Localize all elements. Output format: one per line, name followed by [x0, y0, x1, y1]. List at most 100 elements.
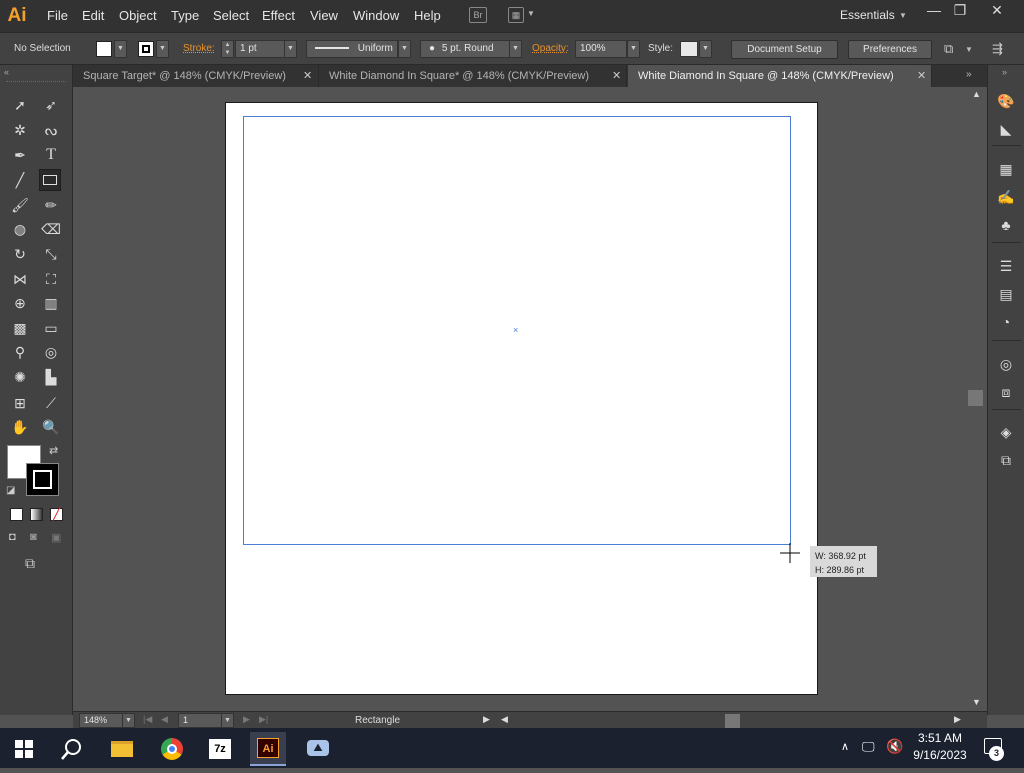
- app-icon[interactable]: ⛰: [300, 732, 336, 766]
- rotate-tool-icon[interactable]: ↻: [9, 243, 31, 265]
- direct-selection-tool-icon[interactable]: ➶: [40, 94, 62, 116]
- opacity-field[interactable]: 100%: [575, 40, 627, 58]
- symbol-sprayer-tool-icon[interactable]: ✺: [9, 366, 31, 388]
- first-artboard-icon[interactable]: |◀: [143, 714, 152, 725]
- lasso-tool-icon[interactable]: ᔓ: [40, 119, 62, 141]
- color-panel-icon[interactable]: 🎨: [996, 91, 1016, 111]
- close-button[interactable]: ✕: [982, 0, 1012, 20]
- 7zip-icon[interactable]: 7z: [202, 732, 238, 766]
- stroke-color-swatch[interactable]: [26, 463, 59, 496]
- tab-close-icon[interactable]: ✕: [612, 65, 621, 87]
- draw-normal-icon[interactable]: ◘: [9, 531, 16, 543]
- column-graph-tool-icon[interactable]: ▙: [40, 366, 62, 388]
- next-artboard-icon[interactable]: ▶: [243, 714, 250, 725]
- type-tool-icon[interactable]: T: [40, 144, 62, 166]
- menu-view[interactable]: View: [310, 8, 338, 23]
- color-guide-icon[interactable]: ◣: [996, 119, 1016, 139]
- color-mode-icon[interactable]: [10, 508, 23, 521]
- style-swatch[interactable]: [680, 41, 698, 57]
- artboard-dropdown-icon[interactable]: ▼: [221, 713, 234, 728]
- show-hidden-icons[interactable]: ∧: [841, 740, 849, 753]
- transparency-panel-icon[interactable]: ◔: [996, 312, 1016, 332]
- horizontal-scroll-thumb[interactable]: [725, 714, 740, 728]
- menu-select[interactable]: Select: [213, 8, 249, 23]
- arrange-dropdown-icon[interactable]: ▼: [965, 45, 973, 54]
- eraser-tool-icon[interactable]: ⌫: [40, 218, 62, 240]
- scroll-down-icon[interactable]: ▼: [972, 697, 981, 707]
- graphic-styles-icon[interactable]: ⧈: [996, 382, 1016, 402]
- perspective-grid-tool-icon[interactable]: ▥: [40, 292, 62, 314]
- gradient-tool-icon[interactable]: ▭: [40, 317, 62, 339]
- panel-menu-icon[interactable]: ⇶: [992, 41, 1003, 57]
- previous-artboard-icon[interactable]: ◀: [161, 714, 168, 725]
- restore-button[interactable]: ❐: [945, 0, 975, 20]
- selection-tool-icon[interactable]: ➚: [9, 94, 31, 116]
- eyedropper-tool-icon[interactable]: ⚲: [9, 341, 31, 363]
- stroke-weight-dropdown-icon[interactable]: ▼: [284, 40, 297, 58]
- document-setup-button[interactable]: Document Setup: [731, 40, 838, 59]
- menu-window[interactable]: Window: [353, 8, 399, 23]
- fill-dropdown-icon[interactable]: ▼: [114, 40, 127, 58]
- opacity-dropdown-icon[interactable]: ▼: [627, 40, 640, 58]
- pencil-tool-icon[interactable]: ✏: [40, 194, 62, 216]
- network-icon[interactable]: 🖵: [862, 739, 875, 755]
- tab-white-diamond-in-square-modified[interactable]: White Diamond In Square* @ 148% (CMYK/Pr…: [319, 65, 627, 87]
- draw-behind-icon[interactable]: ◙: [30, 531, 37, 543]
- tab-white-diamond-in-square[interactable]: White Diamond In Square @ 148% (CMYK/Pre…: [628, 65, 932, 87]
- collapse-panel-icon[interactable]: «: [4, 67, 9, 77]
- brushes-icon[interactable]: ✍: [996, 187, 1016, 207]
- volume-muted-icon[interactable]: 🔇: [886, 738, 903, 755]
- zoom-level-field[interactable]: 148%: [79, 713, 123, 728]
- status-menu-icon[interactable]: ▶: [483, 714, 490, 725]
- style-dropdown-icon[interactable]: ▼: [699, 40, 712, 58]
- shape-builder-tool-icon[interactable]: ⊕: [9, 292, 31, 314]
- last-artboard-icon[interactable]: ▶|: [259, 714, 268, 725]
- windows-start-icon[interactable]: [6, 732, 42, 766]
- zoom-tool-icon[interactable]: 🔍: [40, 416, 62, 438]
- preferences-button[interactable]: Preferences: [848, 40, 932, 59]
- more-tabs-icon[interactable]: »: [966, 69, 972, 80]
- menu-effect[interactable]: Effect: [262, 8, 295, 23]
- artboard-number-field[interactable]: 1: [178, 713, 222, 728]
- menu-help[interactable]: Help: [414, 8, 441, 23]
- pen-tool-icon[interactable]: ✒: [9, 144, 31, 166]
- variable-width-profile[interactable]: Uniform: [306, 40, 398, 58]
- swatches-icon[interactable]: ▦: [996, 159, 1016, 179]
- stroke-stepper[interactable]: ▲ ▼: [221, 40, 234, 58]
- menu-edit[interactable]: Edit: [82, 8, 104, 23]
- scroll-right-icon[interactable]: ▶: [954, 714, 961, 725]
- free-transform-tool-icon[interactable]: ⛶: [40, 268, 62, 290]
- stroke-weight-field[interactable]: 1 pt: [235, 40, 285, 58]
- workspace-dropdown-icon[interactable]: ▼: [899, 11, 907, 20]
- collapse-dock-icon[interactable]: »: [1002, 67, 1007, 77]
- menu-type[interactable]: Type: [171, 8, 199, 23]
- artboard-tool-icon[interactable]: ⊞: [9, 392, 31, 414]
- opacity-label[interactable]: Opacity:: [532, 43, 569, 54]
- stroke-dropdown-icon[interactable]: ▼: [156, 40, 169, 58]
- scroll-up-icon[interactable]: ▲: [972, 89, 981, 99]
- appearance-panel-icon[interactable]: ◎: [996, 354, 1016, 374]
- arrange-documents-icon[interactable]: ▦: [508, 7, 524, 23]
- layers-panel-icon[interactable]: ◈: [996, 422, 1016, 442]
- symbols-icon[interactable]: ♣: [996, 215, 1016, 235]
- fill-swatch[interactable]: [96, 41, 112, 57]
- default-fill-stroke-icon[interactable]: ◪: [6, 485, 15, 496]
- tab-close-icon[interactable]: ✕: [917, 65, 926, 87]
- draw-inside-icon[interactable]: ▣: [51, 531, 61, 544]
- none-mode-icon[interactable]: ╱: [50, 508, 63, 521]
- profile-dropdown-icon[interactable]: ▼: [398, 40, 411, 58]
- illustrator-taskbar-icon[interactable]: Ai: [250, 732, 286, 766]
- width-tool-icon[interactable]: ⋈: [9, 268, 31, 290]
- line-segment-tool-icon[interactable]: ╱: [9, 169, 31, 191]
- blob-brush-tool-icon[interactable]: ◍: [9, 218, 31, 240]
- zoom-dropdown-icon[interactable]: ▼: [122, 713, 135, 728]
- stroke-swatch[interactable]: [138, 41, 154, 57]
- blend-tool-icon[interactable]: ◎: [40, 341, 62, 363]
- panel-grip[interactable]: [6, 81, 66, 85]
- paintbrush-tool-icon[interactable]: 🖌: [9, 194, 31, 216]
- stroke-label[interactable]: Stroke:: [183, 43, 215, 54]
- bridge-button[interactable]: Br: [469, 7, 487, 23]
- gradient-mode-icon[interactable]: [30, 508, 43, 521]
- file-explorer-icon[interactable]: [104, 732, 140, 766]
- stroke-panel-icon[interactable]: ☰: [996, 256, 1016, 276]
